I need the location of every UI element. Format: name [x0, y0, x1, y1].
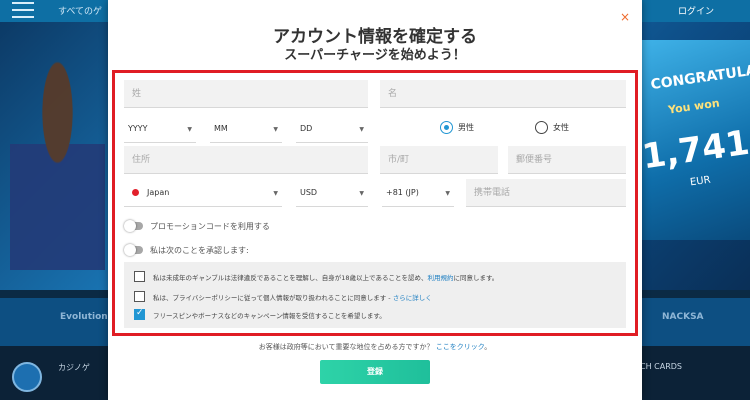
radio-unselected-icon: [535, 121, 548, 134]
nav-text[interactable]: すべてのゲ: [58, 4, 102, 17]
pep-notice: お客様は政府等において重要な地位を占める方ですか？ ここをクリック。: [258, 343, 492, 351]
address-input[interactable]: [124, 146, 368, 174]
privacy-checkbox[interactable]: [134, 291, 145, 302]
marketing-consent-text: フリースピンやボーナスなどのキャンペーン情報を受信することを希望します。: [153, 312, 386, 320]
modal-subtitle: スーパーチャージを始めよう！: [284, 48, 466, 63]
terms-consent-text: 私は未成年のギャンブルは法律違反であることを理解し、自身が18歳以上であることを…: [153, 274, 499, 282]
chevron-down-icon: ▼: [187, 126, 192, 133]
provider-logo: Evolution: [60, 312, 108, 322]
radio-selected-icon: [440, 121, 453, 134]
registration-modal: × アカウント情報を確定する スーパーチャージを始めよう！ YYYY ▼ MM …: [108, 0, 642, 400]
birth-month-select[interactable]: MM ▼: [210, 115, 282, 143]
birth-day-select[interactable]: DD ▼: [296, 115, 368, 143]
postcode-input[interactable]: [508, 146, 626, 174]
first-name-input[interactable]: [124, 80, 368, 108]
hero-person-image: [10, 60, 105, 270]
gender-male-label: 男性: [458, 123, 474, 132]
phone-code-select[interactable]: +81 (JP) ▼: [382, 179, 454, 207]
city-input[interactable]: [380, 146, 498, 174]
agree-all-label: 私は次のことを承認します:: [150, 246, 249, 255]
chevron-down-icon: ▼: [359, 190, 364, 197]
toggle-knob: [124, 244, 136, 256]
marketing-checkbox[interactable]: [134, 308, 145, 320]
promo-code-label: プロモーションコードを利用する: [150, 222, 270, 231]
country-value: Japan: [147, 188, 170, 197]
country-select[interactable]: Japan ▼: [124, 179, 282, 207]
privacy-consent-text: 私は、プライバシーポリシーに従って個人情報が取り扱われることに同意します - さ…: [153, 294, 432, 302]
chevron-down-icon: ▼: [273, 126, 278, 133]
toggle-knob: [124, 220, 136, 232]
learn-more-link[interactable]: さらに詳しく: [393, 294, 432, 302]
provider-logo: NACKSA: [662, 312, 704, 322]
birth-month-value: MM: [214, 124, 228, 133]
chevron-down-icon: ▼: [273, 190, 278, 197]
last-name-input[interactable]: [380, 80, 626, 108]
chevron-down-icon: ▼: [359, 126, 364, 133]
currency-value: USD: [300, 188, 318, 197]
birth-day-value: DD: [300, 124, 313, 133]
birth-year-value: YYYY: [128, 124, 148, 133]
currency-select[interactable]: USD ▼: [296, 179, 368, 207]
terms-checkbox[interactable]: [134, 271, 145, 282]
chevron-down-icon: ▼: [445, 190, 450, 197]
hamburger-menu-icon[interactable]: [12, 2, 34, 18]
casino-games-label[interactable]: カジノゲ: [58, 362, 90, 373]
gender-female-label: 女性: [553, 123, 569, 132]
category-label[interactable]: CH CARDS: [640, 362, 682, 371]
phone-code-value: +81 (JP): [386, 188, 419, 197]
consent-panel: 私は未成年のギャンブルは法律違反であることを理解し、自身が18歳以上であることを…: [124, 262, 626, 328]
login-link[interactable]: ログイン: [678, 4, 714, 17]
agree-all-toggle[interactable]: [124, 244, 143, 256]
japan-flag-icon: [132, 189, 139, 196]
terms-link[interactable]: 利用規約: [427, 274, 453, 282]
promo-code-toggle[interactable]: [124, 220, 143, 232]
mobile-phone-input[interactable]: [466, 179, 626, 207]
register-button[interactable]: 登録: [320, 360, 430, 384]
birth-year-select[interactable]: YYYY ▼: [124, 115, 196, 143]
notification-bell-icon[interactable]: [12, 362, 42, 392]
pep-click-link[interactable]: ここをクリック: [436, 343, 484, 351]
